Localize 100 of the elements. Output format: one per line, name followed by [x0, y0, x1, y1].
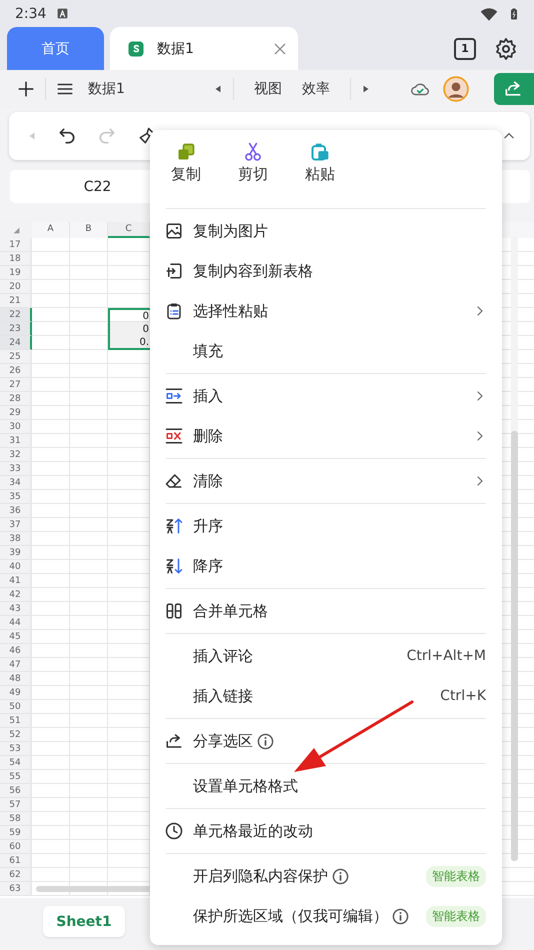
clock: 2:34 — [15, 6, 46, 22]
scrollbar[interactable] — [511, 236, 518, 861]
table-cell[interactable]: 0. — [108, 336, 150, 350]
table-cell[interactable]: 0 — [108, 322, 150, 336]
row-header[interactable]: 45 — [0, 630, 32, 644]
document-tab[interactable]: 数据1 — [110, 27, 298, 70]
add-icon[interactable] — [17, 80, 35, 98]
row-header[interactable]: 17 — [0, 238, 32, 252]
menu-item[interactable]: 单元格最近的改动 — [193, 822, 313, 840]
row-header[interactable]: 54 — [0, 756, 32, 770]
copy-to-sheet-icon — [165, 262, 183, 280]
menu-action[interactable]: 剪切 — [230, 142, 276, 206]
menu-item[interactable]: 分享选区 — [193, 732, 253, 750]
sort-ascending-icon — [165, 517, 183, 535]
row-header[interactable]: 39 — [0, 546, 32, 560]
info-icon[interactable] — [392, 908, 409, 924]
row-header[interactable]: 50 — [0, 700, 32, 714]
badge: 智能表格 — [426, 866, 486, 886]
menu-item[interactable]: 插入链接 — [193, 686, 253, 706]
menu-item[interactable]: 复制为图片 — [193, 222, 268, 240]
row-header[interactable]: 21 — [0, 294, 32, 308]
row-header[interactable]: 41 — [0, 574, 32, 588]
corner-icon — [12, 226, 20, 234]
menu-item[interactable]: 选择性粘贴 — [193, 302, 268, 320]
row-header[interactable]: 49 — [0, 686, 32, 700]
menu-item[interactable]: 合并单元格 — [193, 602, 268, 620]
menu-item[interactable]: 清除 — [193, 472, 223, 490]
row-header[interactable]: 36 — [0, 504, 32, 518]
row-header[interactable]: 61 — [0, 854, 32, 868]
left-triangle-icon[interactable] — [213, 84, 223, 94]
row-header[interactable]: 26 — [0, 364, 32, 378]
row-header[interactable]: 22 — [0, 308, 32, 322]
menu-item[interactable]: 复制内容到新表格 — [193, 262, 313, 280]
row-header[interactable]: 56 — [0, 784, 32, 798]
row-header[interactable]: 52 — [0, 728, 32, 742]
row-header[interactable]: 57 — [0, 798, 32, 812]
share-button[interactable] — [494, 73, 534, 105]
undo-icon[interactable] — [57, 126, 77, 146]
menu-item[interactable]: 设置单元格格式 — [193, 776, 298, 796]
row-header[interactable]: 63 — [0, 882, 32, 896]
menu-item[interactable]: 插入评论 — [193, 646, 253, 666]
row-header[interactable]: 37 — [0, 518, 32, 532]
row-header[interactable]: 33 — [0, 462, 32, 476]
menu-item[interactable]: 填充 — [193, 342, 223, 360]
row-header[interactable]: 51 — [0, 714, 32, 728]
row-header[interactable]: 53 — [0, 742, 32, 756]
row-header[interactable]: 43 — [0, 602, 32, 616]
clipboard-icon — [310, 142, 330, 162]
row-header[interactable]: 18 — [0, 252, 32, 266]
menu-item[interactable]: 保护所选区域（仅我可编辑） — [193, 906, 388, 926]
copy-icon — [176, 142, 196, 162]
row-header[interactable]: 55 — [0, 770, 32, 784]
row-header[interactable]: 23 — [0, 322, 32, 336]
share-icon — [165, 732, 183, 750]
row-header[interactable]: 31 — [0, 434, 32, 448]
row-header[interactable]: 40 — [0, 560, 32, 574]
row-header[interactable]: 35 — [0, 490, 32, 504]
info-icon[interactable] — [257, 732, 274, 750]
spreadsheet-icon — [127, 40, 145, 58]
row-header[interactable]: 20 — [0, 280, 32, 294]
eraser-icon — [165, 472, 183, 490]
row-header[interactable]: 42 — [0, 588, 32, 602]
avatar[interactable] — [443, 76, 469, 102]
menu-tab[interactable]: 视图 — [254, 80, 282, 98]
row-header[interactable]: 24 — [0, 336, 32, 350]
info-icon[interactable] — [332, 868, 349, 884]
menu-tab[interactable]: 效率 — [302, 80, 330, 98]
row-header[interactable]: 59 — [0, 826, 32, 840]
row-header[interactable]: 29 — [0, 406, 32, 420]
tab-count-button[interactable]: 1 — [454, 38, 476, 60]
row-header[interactable]: 25 — [0, 350, 32, 364]
row-header[interactable]: 32 — [0, 448, 32, 462]
column-header[interactable]: C — [108, 222, 150, 238]
badge: 智能表格 — [426, 906, 486, 926]
menu-item[interactable]: 删除 — [193, 426, 223, 446]
right-triangle-icon[interactable] — [361, 84, 371, 94]
row-header[interactable]: 60 — [0, 840, 32, 854]
row-header[interactable]: 58 — [0, 812, 32, 826]
settings-icon[interactable] — [494, 36, 518, 60]
row-header[interactable]: 27 — [0, 378, 32, 392]
insert-icon — [165, 387, 183, 405]
menu-item[interactable]: 开启列隐私内容保护 — [193, 866, 328, 886]
row-header[interactable]: 28 — [0, 392, 32, 406]
row-header[interactable]: 46 — [0, 644, 32, 658]
row-header[interactable]: 48 — [0, 672, 32, 686]
row-header[interactable]: 62 — [0, 868, 32, 882]
menu-item[interactable]: 降序 — [193, 556, 223, 576]
row-header[interactable]: 34 — [0, 476, 32, 490]
sheet-tab[interactable]: Sheet1 — [43, 906, 125, 937]
row-header[interactable]: 19 — [0, 266, 32, 280]
menu-item[interactable]: 升序 — [193, 516, 223, 536]
row-header[interactable]: 44 — [0, 616, 32, 630]
menu-item[interactable]: 插入 — [193, 386, 223, 406]
row-header[interactable]: 30 — [0, 420, 32, 434]
home-tab[interactable]: 首页 — [7, 27, 104, 70]
close-icon[interactable] — [272, 40, 288, 56]
menu-action[interactable]: 粘贴 — [297, 142, 343, 206]
row-header[interactable]: 47 — [0, 658, 32, 672]
row-header[interactable]: 38 — [0, 532, 32, 546]
notification-icon — [56, 7, 70, 20]
